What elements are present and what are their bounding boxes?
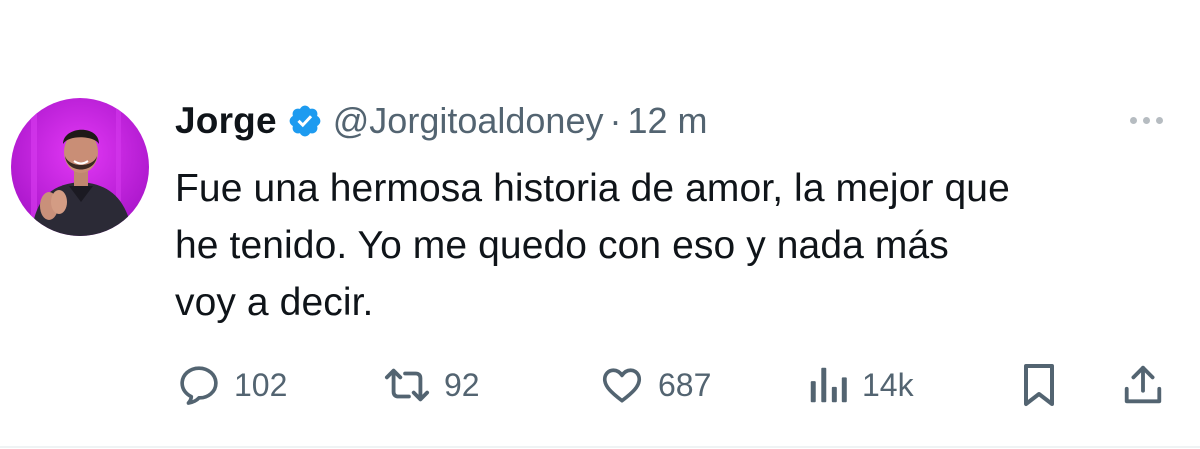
tweet-text-line: he tenido. Yo me quedo con eso y nada má…: [175, 224, 949, 267]
avatar[interactable]: [11, 98, 149, 236]
retweet-count: 92: [444, 366, 480, 403]
tweet-text-line: voy a decir.: [175, 281, 374, 324]
reply-count: 102: [234, 366, 288, 403]
bookmark-button[interactable]: [1018, 359, 1060, 411]
bookmark-icon: [1024, 364, 1054, 406]
views-count: 14k: [862, 366, 914, 403]
like-count: 687: [658, 366, 712, 403]
timestamp[interactable]: 12 m: [627, 100, 707, 142]
avatar-image: [11, 98, 149, 236]
views-button[interactable]: 14k: [806, 359, 914, 411]
tweet-text: Fue una hermosa historia de amor, la mej…: [175, 160, 1175, 331]
divider: [0, 446, 1200, 448]
tweet-header: Jorge @Jorgitoaldoney · 12 m: [175, 96, 708, 146]
separator-dot: ·: [609, 100, 622, 141]
verified-badge-icon: [287, 103, 323, 139]
share-icon: [1124, 365, 1162, 404]
retweet-icon: [384, 368, 430, 402]
retweet-button[interactable]: 92: [382, 359, 480, 411]
tweet-card[interactable]: Jorge @Jorgitoaldoney · 12 m Fue una her…: [0, 0, 1200, 449]
share-button[interactable]: [1120, 359, 1166, 411]
reply-icon: [180, 366, 218, 405]
tweet-text-line: Fue una hermosa historia de amor, la mej…: [175, 167, 1010, 210]
reply-button[interactable]: 102: [176, 359, 287, 411]
author-handle[interactable]: @Jorgitoaldoney: [333, 100, 604, 142]
author-display-name[interactable]: Jorge: [175, 100, 277, 142]
more-horizontal-icon[interactable]: [1118, 108, 1174, 132]
heart-icon: [602, 368, 642, 403]
analytics-icon: [810, 367, 847, 403]
like-button[interactable]: 687: [598, 359, 711, 411]
